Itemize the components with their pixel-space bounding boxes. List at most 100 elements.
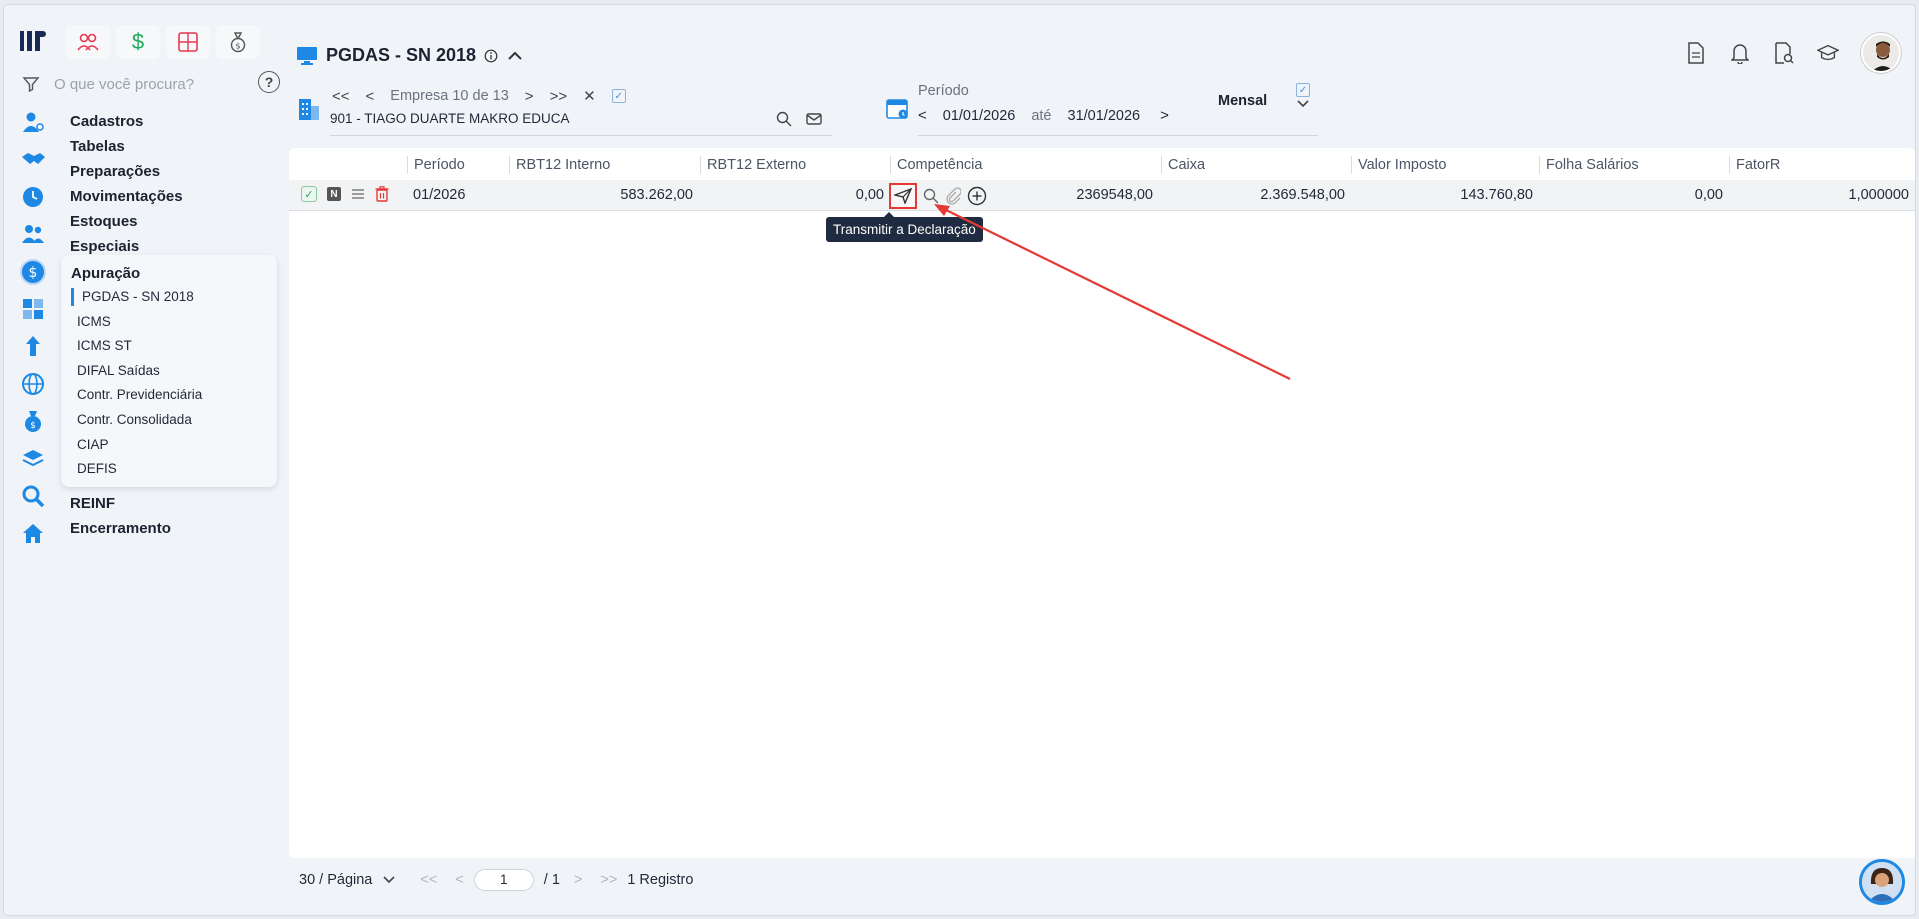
submenu-item-contr-consolidada[interactable]: Contr. Consolidada [71, 408, 267, 433]
periodo-end-date[interactable]: 31/01/2026 [1068, 108, 1141, 124]
users-icon[interactable] [20, 221, 46, 247]
calendar-icon[interactable] [886, 97, 908, 119]
row-checkbox[interactable]: ✓ [301, 186, 317, 202]
mail-icon[interactable] [806, 111, 822, 127]
submenu-title[interactable]: Apuração [71, 265, 267, 282]
user-settings-icon[interactable] [20, 109, 46, 135]
periodo-separator: até [1031, 107, 1052, 124]
column-header-rbt12-externo[interactable]: RBT12 Externo [700, 156, 806, 174]
transmit-button[interactable] [889, 183, 917, 209]
document-icon[interactable] [1685, 42, 1707, 64]
global-search[interactable]: O que você procura? ? [22, 71, 282, 97]
nav-item-movimentacoes[interactable]: Movimentações [70, 184, 183, 209]
graduation-cap-icon[interactable] [1817, 42, 1839, 64]
nav-item-tabelas[interactable]: Tabelas [70, 134, 183, 159]
search-icon[interactable] [776, 111, 792, 127]
periodo-prev-button[interactable]: < [918, 107, 927, 124]
submenu-item-pgdas[interactable]: PGDAS - SN 2018 [71, 288, 267, 306]
next-page-button[interactable]: > [574, 872, 582, 888]
periodo-mode[interactable]: Mensal [1218, 93, 1267, 109]
nav-item-estoques[interactable]: Estoques [70, 209, 183, 234]
chevron-down-icon[interactable] [1296, 99, 1310, 109]
column-header-rbt12-interno[interactable]: RBT12 Interno [509, 156, 610, 174]
empresa-clear-button[interactable]: ✕ [583, 87, 596, 105]
people-icon[interactable] [66, 25, 110, 59]
periodo-range: < 01/01/2026 até 31/01/2026 > [918, 107, 1169, 124]
pagination: 30 / Página << < 1 / 1 > >> 1 Registro [299, 869, 693, 891]
nav-item-encerramento[interactable]: Encerramento [70, 516, 171, 541]
clock-icon[interactable] [20, 184, 46, 210]
column-header-fatorr[interactable]: FatorR [1729, 156, 1780, 174]
search-placeholder[interactable]: O que você procura? [54, 76, 194, 93]
info-icon[interactable] [484, 49, 498, 63]
money-bag-icon[interactable]: $ [216, 25, 260, 59]
empresa-next-button[interactable]: > [525, 88, 534, 105]
nav-item-reinf[interactable]: REINF [70, 491, 171, 516]
nav-item-preparacoes[interactable]: Preparações [70, 159, 183, 184]
periodo-start-date[interactable]: 01/01/2026 [943, 108, 1016, 124]
empresa-first-button[interactable]: << [332, 88, 350, 105]
empresa-checkbox[interactable]: ✓ [611, 89, 626, 103]
search-icon[interactable] [923, 188, 939, 204]
cell-folha-salarios: 0,00 [1694, 187, 1723, 203]
layers-icon[interactable] [20, 446, 46, 472]
table-row[interactable]: ✓ N 01/2026 583.262,00 0,00 2369548,00 2… [289, 180, 1915, 211]
submenu-item-icms[interactable]: ICMS [71, 310, 267, 335]
handshake-icon[interactable] [20, 146, 46, 172]
last-page-button[interactable]: >> [600, 872, 617, 888]
column-header-caixa[interactable]: Caixa [1161, 156, 1205, 174]
bell-icon[interactable] [1729, 42, 1751, 64]
assistant-avatar[interactable] [1859, 859, 1905, 905]
dollar-circle-icon[interactable]: $ [20, 258, 46, 285]
magnifier-icon[interactable] [20, 483, 46, 509]
nav-item-cadastros[interactable]: Cadastros [70, 109, 183, 134]
submenu-item-ciap[interactable]: CIAP [71, 433, 267, 458]
empresa-counter: Empresa 10 de 13 [390, 88, 509, 104]
calculator-icon[interactable] [166, 25, 210, 59]
cell-valor-imposto: 143.760,80 [1460, 187, 1533, 203]
submenu-item-difal[interactable]: DIFAL Saídas [71, 359, 267, 384]
submenu-item-contr-previdenciaria[interactable]: Contr. Previdenciária [71, 383, 267, 408]
row-status-badge: N [327, 187, 341, 201]
chevron-up-icon[interactable] [506, 49, 524, 63]
drag-handle-icon[interactable] [351, 188, 365, 200]
periodo-next-button[interactable]: > [1160, 107, 1169, 124]
page-number-input[interactable]: 1 [473, 869, 534, 891]
send-icon [894, 188, 912, 204]
chevron-down-icon[interactable] [382, 875, 396, 885]
upload-icon[interactable] [20, 333, 46, 359]
empresa-last-button[interactable]: >> [550, 88, 568, 105]
app-logo[interactable] [18, 27, 48, 55]
empresa-name[interactable]: 901 - TIAGO DUARTE MAKRO EDUCA [330, 111, 570, 126]
page-header: PGDAS - SN 2018 [296, 45, 524, 66]
calculator-blue-icon[interactable] [20, 296, 46, 322]
help-icon[interactable]: ? [258, 71, 280, 93]
filter-icon[interactable] [22, 75, 40, 93]
first-page-button[interactable]: << [420, 872, 437, 888]
submenu-item-icms-st[interactable]: ICMS ST [71, 334, 267, 359]
add-circle-icon[interactable] [967, 186, 987, 206]
prev-page-button[interactable]: < [455, 872, 463, 888]
header-actions [1685, 33, 1901, 73]
submenu-item-defis[interactable]: DEFIS [71, 457, 267, 482]
column-header-competencia[interactable]: Competência [890, 156, 982, 174]
money-bag-blue-icon[interactable]: $ [20, 408, 46, 434]
column-header-periodo[interactable]: Período [407, 156, 465, 174]
empresa-navigation: << < Empresa 10 de 13 > >> ✕ ✓ [332, 87, 626, 105]
report-search-icon[interactable] [1773, 42, 1795, 64]
column-header-valor-imposto[interactable]: Valor Imposto [1351, 156, 1446, 174]
empresa-prev-button[interactable]: < [366, 88, 375, 105]
column-header-folha-salarios[interactable]: Folha Salários [1539, 156, 1639, 174]
trash-icon[interactable] [375, 186, 389, 202]
cell-caixa: 2.369.548,00 [1260, 187, 1345, 203]
submenu-apuracao: Apuração PGDAS - SN 2018 ICMS ICMS ST DI… [61, 255, 277, 487]
page-size-select[interactable]: 30 / Página [299, 872, 372, 888]
periodo-mode-checkbox[interactable]: ✓ [1296, 83, 1310, 97]
record-count: 1 Registro [627, 872, 694, 888]
dollar-icon[interactable]: $ [116, 25, 160, 59]
user-avatar[interactable] [1861, 33, 1901, 73]
attachment-icon[interactable] [945, 187, 961, 205]
home-icon[interactable] [20, 520, 46, 546]
app-window: $ $ O que você procura? ? $ $ Cadastros … [3, 4, 1916, 916]
globe-icon[interactable] [20, 371, 46, 397]
